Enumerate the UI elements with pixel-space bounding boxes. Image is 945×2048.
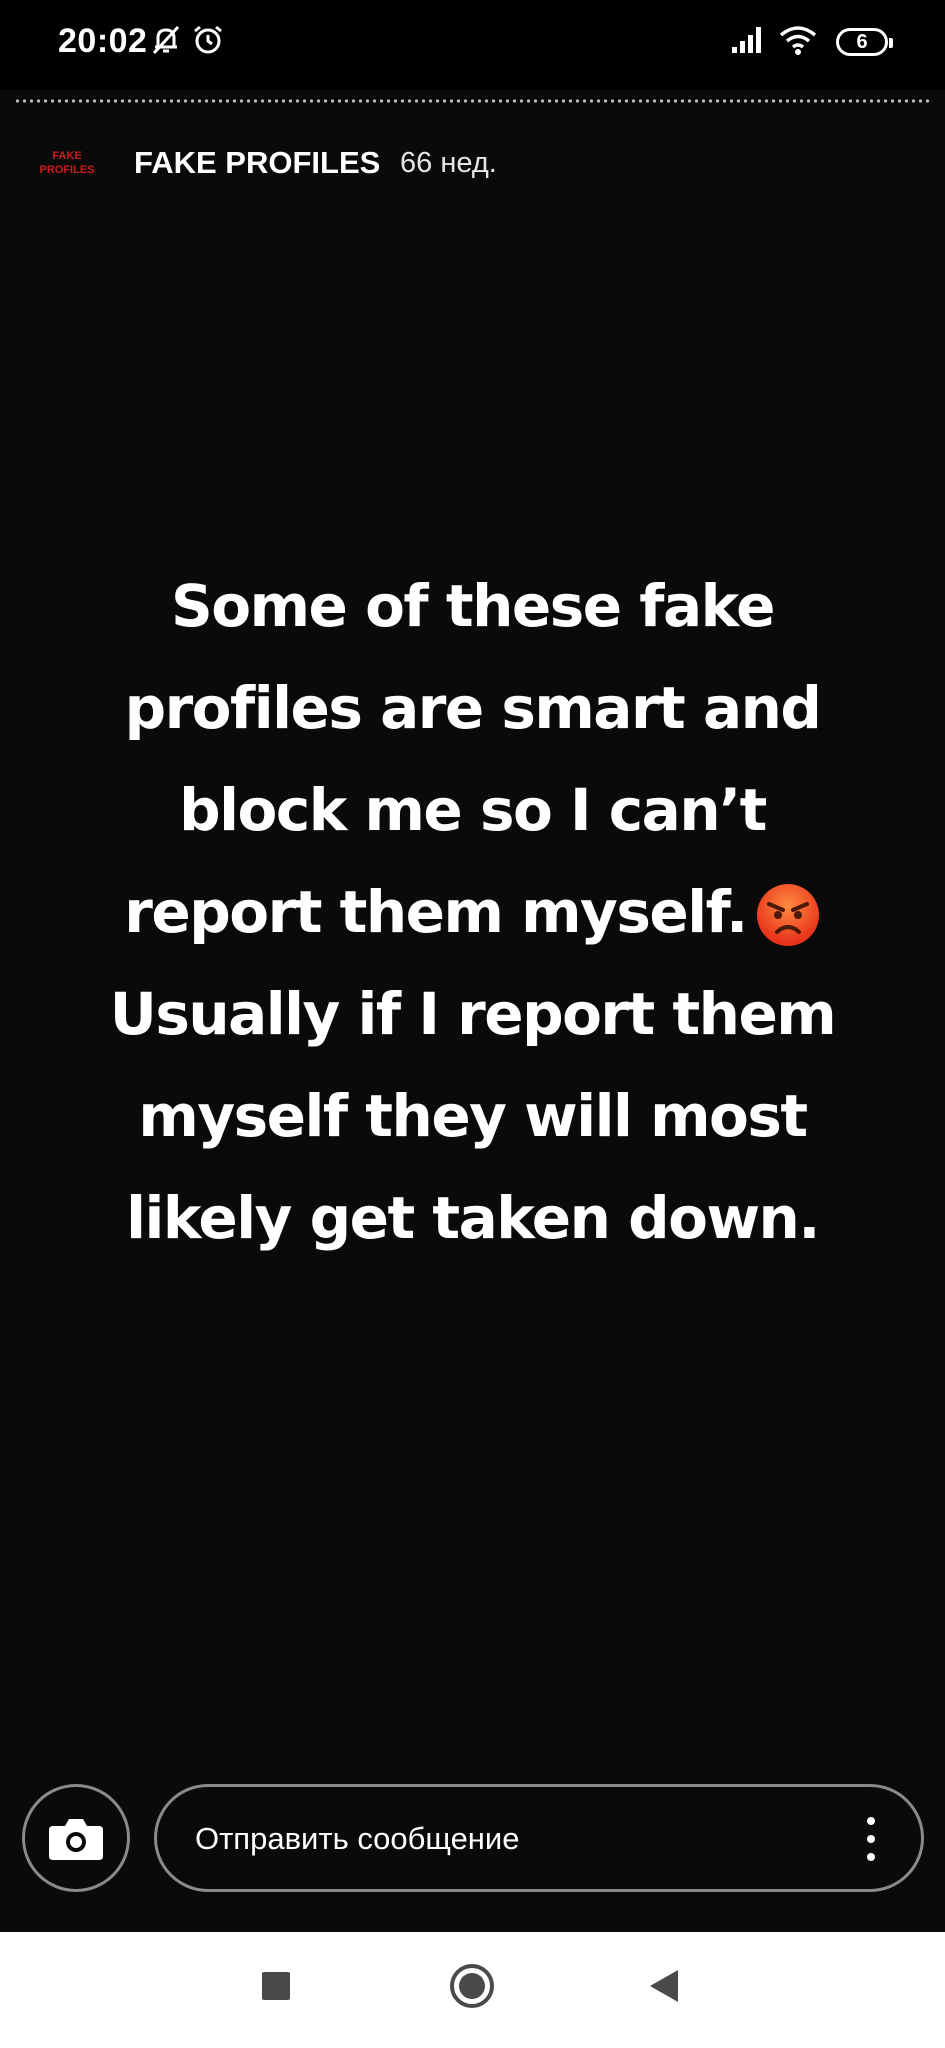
status-bar: 20:02 6 (0, 0, 945, 90)
system-navigation-bar (0, 1932, 945, 2048)
mute-notification-icon (146, 20, 186, 60)
angry-face-emoji-icon (755, 877, 821, 946)
account-name[interactable]: FAKE PROFILES (134, 145, 380, 181)
story-text-line: profiles are smart and (124, 674, 822, 742)
story-progress-bar (14, 98, 931, 104)
avatar-line: PROFILES (39, 164, 95, 176)
battery-indicator: 6 (836, 28, 893, 56)
back-button[interactable] (650, 1970, 678, 2002)
camera-button[interactable] (22, 1784, 130, 1892)
story-text-line: myself they will most (138, 1082, 808, 1150)
story-text-line: Some of these fake (171, 572, 776, 640)
story-header: FAKE PROFILES FAKE PROFILES 66 нед. (0, 130, 945, 200)
story-viewer-screen: 20:02 6 FAKE PROFILES FAKE PROFILES 66 н… (0, 0, 945, 2048)
status-time: 20:02 (58, 22, 148, 60)
story-text-line-with-emoji: report them myself. (40, 861, 905, 963)
post-age: 66 нед. (400, 147, 497, 179)
avatar-line: FAKE (52, 150, 82, 162)
message-placeholder: Отправить сообщение (195, 1821, 520, 1856)
camera-icon (49, 1819, 103, 1860)
send-message-input[interactable]: Отправить сообщение (154, 1784, 924, 1892)
home-button[interactable] (450, 1964, 494, 2008)
story-text-line: block me so I can’t (179, 776, 767, 844)
more-vertical-icon[interactable] (867, 1817, 875, 1861)
story-text-line: likely get taken down. (126, 1184, 820, 1252)
story-text-line: Usually if I report them (109, 980, 837, 1048)
battery-level: 6 (856, 30, 868, 53)
recents-button[interactable] (262, 1972, 290, 2000)
story-text: Some of these fake profiles are smart an… (40, 555, 905, 1269)
signal-icon (728, 20, 768, 60)
account-avatar[interactable]: FAKE PROFILES (28, 140, 106, 186)
wifi-icon (778, 20, 818, 60)
alarm-icon (188, 20, 228, 60)
story-text-line: report them myself. (124, 878, 748, 946)
